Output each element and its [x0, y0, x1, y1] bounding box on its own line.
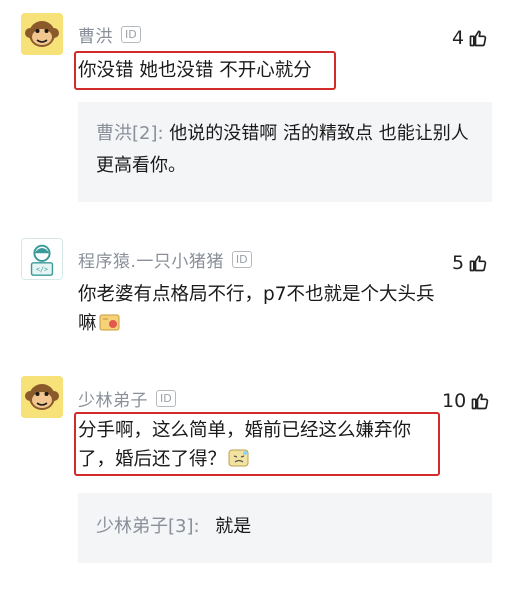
name-row: 曹洪 ID [78, 22, 141, 47]
reply-author[interactable]: 曹洪[2]: [96, 123, 164, 144]
thumbs-up-icon [468, 253, 488, 273]
monkey-avatar-icon [21, 13, 63, 55]
username[interactable]: 曹洪 [78, 22, 113, 47]
thumbs-up-icon [470, 391, 490, 411]
comment-text: 你老婆有点格局不行，p7不也就是个大头兵 嘛 [78, 280, 435, 338]
comment-line: 嘛 [78, 309, 435, 338]
gift-emoji-icon [99, 312, 121, 332]
coder-avatar-icon [22, 239, 62, 279]
reply-author[interactable]: 少林弟子[3]: [96, 516, 200, 537]
name-row: 少林弟子 ID [78, 386, 176, 411]
like-count: 4 [452, 27, 465, 49]
username[interactable]: 少林弟子 [78, 386, 148, 411]
comment-text: 你没错 她也没错 不开心就分 [78, 60, 312, 81]
thumbs-up-icon [468, 28, 488, 48]
comment-line-text: 了，婚后还了得？ [78, 449, 227, 470]
avatar[interactable] [21, 13, 63, 55]
id-badge: ID [231, 251, 252, 268]
comment-text: 分手啊，这么简单，婚前已经这么嫌弃你 了，婚后还了得？ [78, 416, 411, 474]
reply-text: 曹洪[2]: 他说的没错啊 活的精致点 也能让别人更高看你。 [96, 118, 474, 182]
like-button[interactable]: 4 [452, 27, 488, 49]
id-badge: ID [156, 390, 176, 407]
name-row: 程序猿.一只小猪猪 ID [78, 247, 252, 272]
comment-line-text: 嘛 [78, 313, 97, 334]
reply-box[interactable]: 曹洪[2]: 他说的没错啊 活的精致点 也能让别人更高看你。 [78, 102, 492, 202]
reply-text: 少林弟子[3]: 就是 [96, 511, 474, 543]
reply-box[interactable]: 少林弟子[3]: 就是 [78, 493, 492, 563]
like-count: 5 [452, 252, 465, 274]
comment-line: 你老婆有点格局不行，p7不也就是个大头兵 [78, 284, 435, 305]
avatar[interactable] [21, 238, 63, 280]
monkey-avatar-icon [21, 376, 63, 418]
avatar[interactable] [21, 376, 63, 418]
reply-content: 就是 [215, 516, 252, 537]
comment-line: 分手啊，这么简单，婚前已经这么嫌弃你 [78, 420, 412, 441]
like-button[interactable]: 5 [452, 252, 488, 274]
like-button[interactable]: 10 [442, 390, 490, 412]
username[interactable]: 程序猿.一只小猪猪 [78, 247, 224, 272]
like-count: 10 [442, 390, 467, 412]
sweat-emoji-icon [228, 448, 250, 468]
id-badge: ID [121, 26, 141, 43]
comment-line: 了，婚后还了得？ [78, 445, 411, 474]
